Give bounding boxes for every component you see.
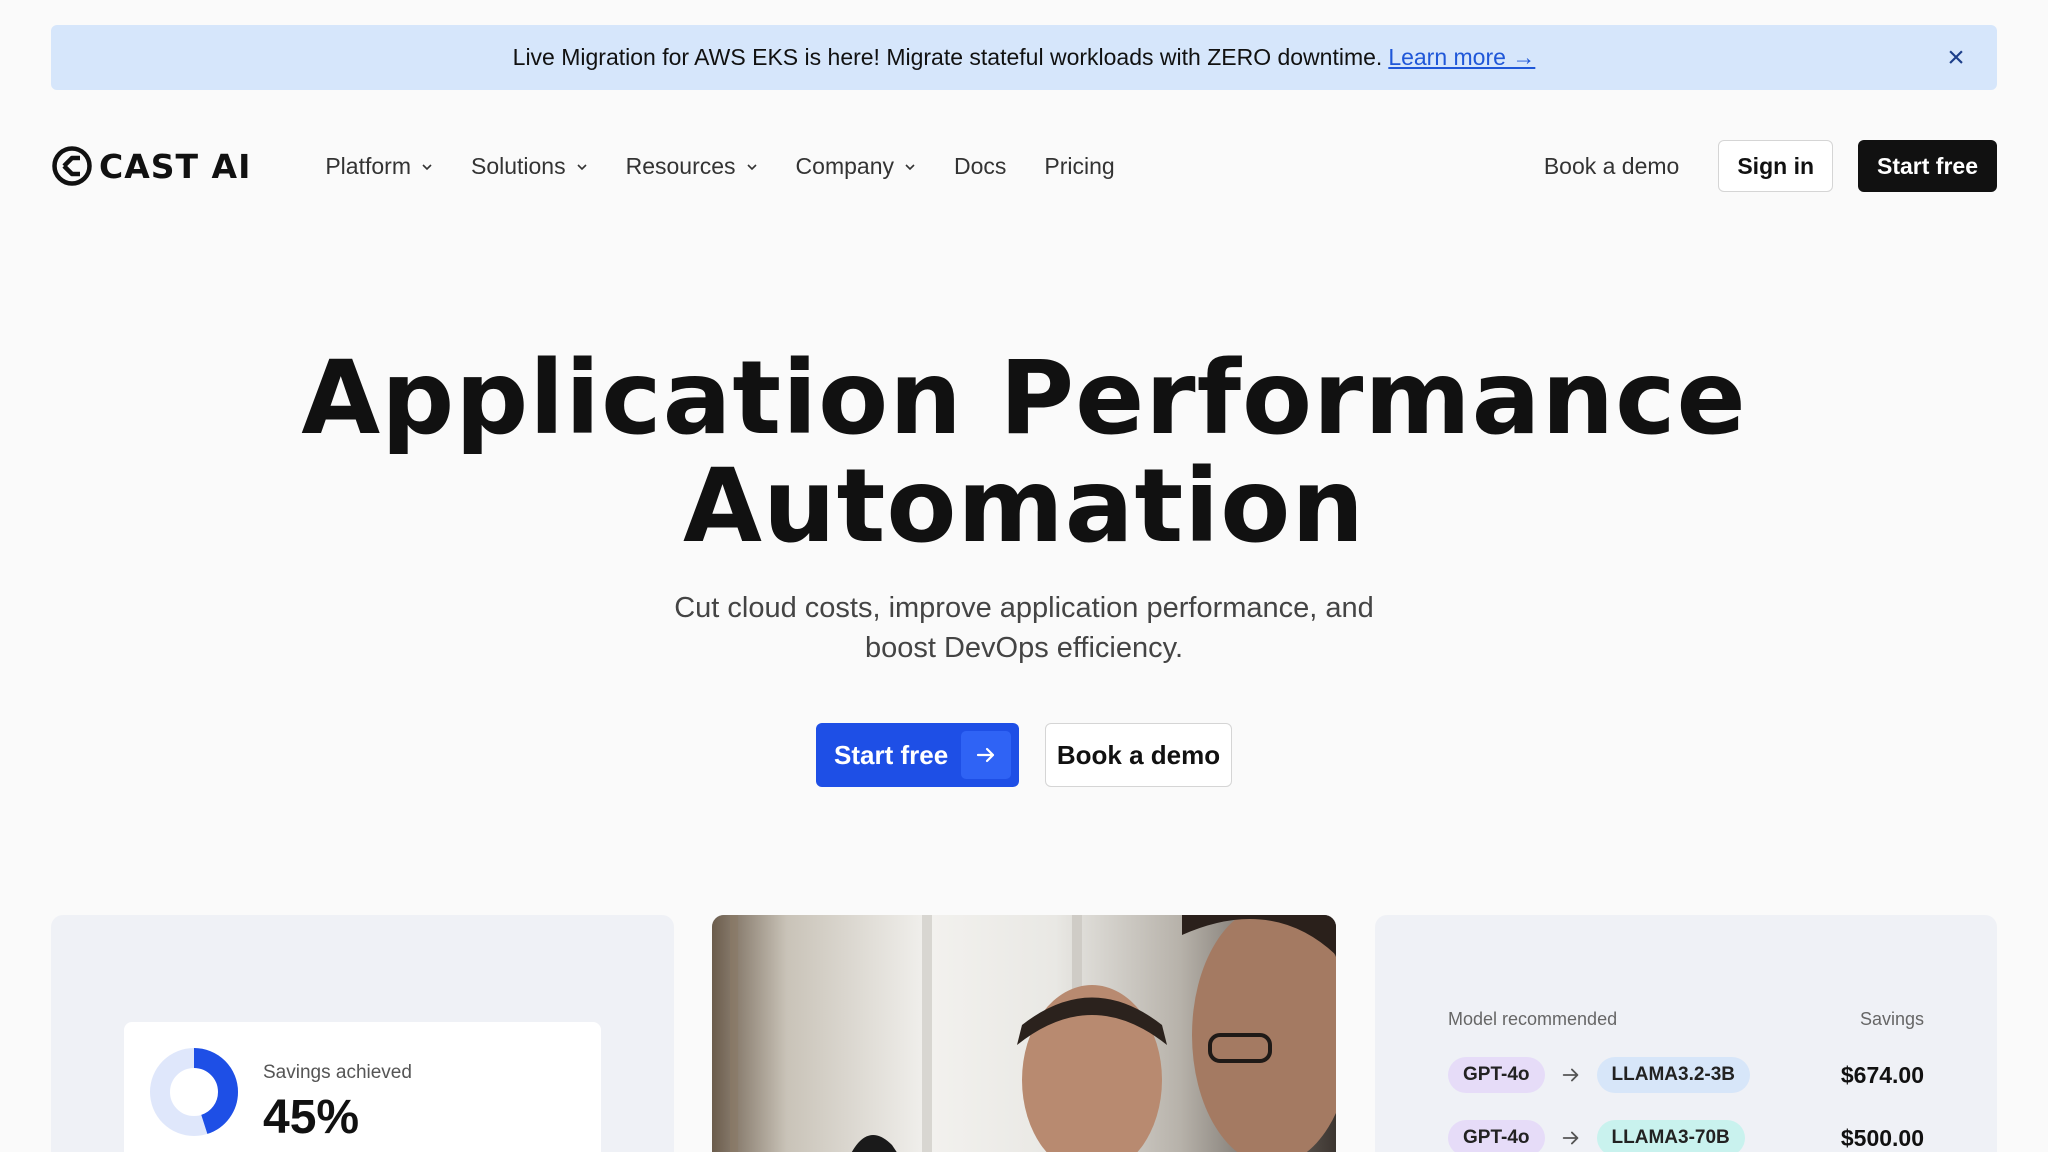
savings-amount: $674.00 [1840,1061,1924,1088]
nav-label: Resources [625,152,736,179]
book-demo-button[interactable]: Book a demo [1045,723,1232,787]
model-table-header: Model recommended Savings [1448,1009,1924,1030]
main-nav: Platform Solutions Resources Company Doc… [325,153,1114,180]
team-photo [712,915,1336,1152]
close-icon[interactable]: × [1943,43,1969,73]
model-row: GPT-4o LLAMA3.2-3B $674.00 [1448,1057,1924,1093]
chevron-down-icon [905,164,915,171]
photo-card [712,915,1336,1152]
logo-text: CAST AI [99,146,252,186]
nav-label: Pricing [1044,152,1115,179]
nav-label: Solutions [470,152,566,179]
savings-amount: $500.00 [1840,1124,1924,1151]
nav-item-pricing[interactable]: Pricing [1044,153,1114,180]
hero-subtitle-line1: Cut cloud costs, improve application per… [674,592,1374,624]
hero-title-line2: Automation [683,447,1365,566]
model-to-pill: LLAMA3.2-3B [1596,1057,1751,1093]
model-to-pill: LLAMA3-70B [1596,1120,1745,1152]
banner-text: Live Migration for AWS EKS is here! Migr… [512,44,1383,70]
model-header-label: Model recommended [1448,1009,1618,1029]
hero-subtitle: Cut cloud costs, improve application per… [624,588,1424,668]
cast-ai-logo-icon [52,146,92,186]
savings-card: Savings achieved 45% [51,915,674,1152]
hero-title: Application Performance Automation [0,345,2048,561]
arrow-right-icon [961,731,1011,779]
book-demo-link[interactable]: Book a demo [1544,153,1680,180]
arrow-right-icon [1545,1064,1597,1086]
model-row: GPT-4o LLAMA3-70B $500.00 [1448,1120,1924,1152]
hero-cta-row: Start free Book a demo [816,723,1232,787]
chevron-down-icon [422,164,432,171]
header-actions: Book a demo Sign in Start free [1544,140,1997,192]
savings-label: Savings achieved [263,1062,412,1083]
chevron-down-icon [746,164,757,171]
announcement-banner: Live Migration for AWS EKS is here! Migr… [51,25,1997,90]
logo[interactable]: CAST AI [51,138,251,194]
savings-donut-chart [150,1048,238,1136]
savings-value: 45% [263,1091,360,1144]
nav-label: Docs [953,152,1007,179]
start-free-label: Start free [834,739,949,770]
start-free-header-button[interactable]: Start free [1858,140,1997,192]
learn-more-link[interactable]: Learn more → [1388,44,1535,70]
hero-subtitle-line2: boost DevOps efficiency. [864,632,1184,664]
model-recommendation-card: Model recommended Savings GPT-4o LLAMA3.… [1375,915,1997,1152]
chevron-down-icon [577,164,587,171]
nav-item-platform[interactable]: Platform [325,153,433,180]
sign-in-button[interactable]: Sign in [1718,140,1834,192]
nav-item-solutions[interactable]: Solutions [471,153,588,180]
nav-label: Platform [325,152,411,179]
site-header: CAST AI Platform Solutions Resources Com… [51,138,1997,194]
nav-label: Company [795,152,894,179]
start-free-button[interactable]: Start free [816,723,1019,787]
nav-item-docs[interactable]: Docs [954,153,1006,180]
nav-item-resources[interactable]: Resources [626,153,758,180]
savings-widget: Savings achieved 45% [124,1022,601,1152]
nav-item-company[interactable]: Company [796,153,916,180]
savings-header-label: Savings [1859,1009,1924,1029]
banner-message: Live Migration for AWS EKS is here! Migr… [513,44,1536,71]
arrow-right-icon [1545,1127,1597,1149]
model-from-pill: GPT-4o [1448,1057,1545,1093]
model-from-pill: GPT-4o [1448,1120,1545,1152]
hero-title-line1: Application Performance [301,339,1747,458]
